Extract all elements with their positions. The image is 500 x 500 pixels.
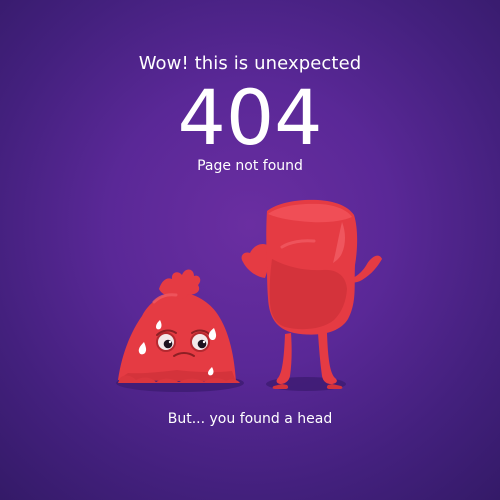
blob-shadow xyxy=(116,374,244,392)
body-shadow xyxy=(266,377,346,391)
sad-blob-character-icon xyxy=(118,269,240,383)
headless-body-character-icon xyxy=(241,199,382,389)
error-code: 404 xyxy=(177,73,323,162)
footer-message: But... you found a head xyxy=(167,411,333,427)
error-404-page: Wow! this is unexpected 404 Page not fou… xyxy=(0,0,500,500)
error-message: Page not found xyxy=(197,158,303,174)
